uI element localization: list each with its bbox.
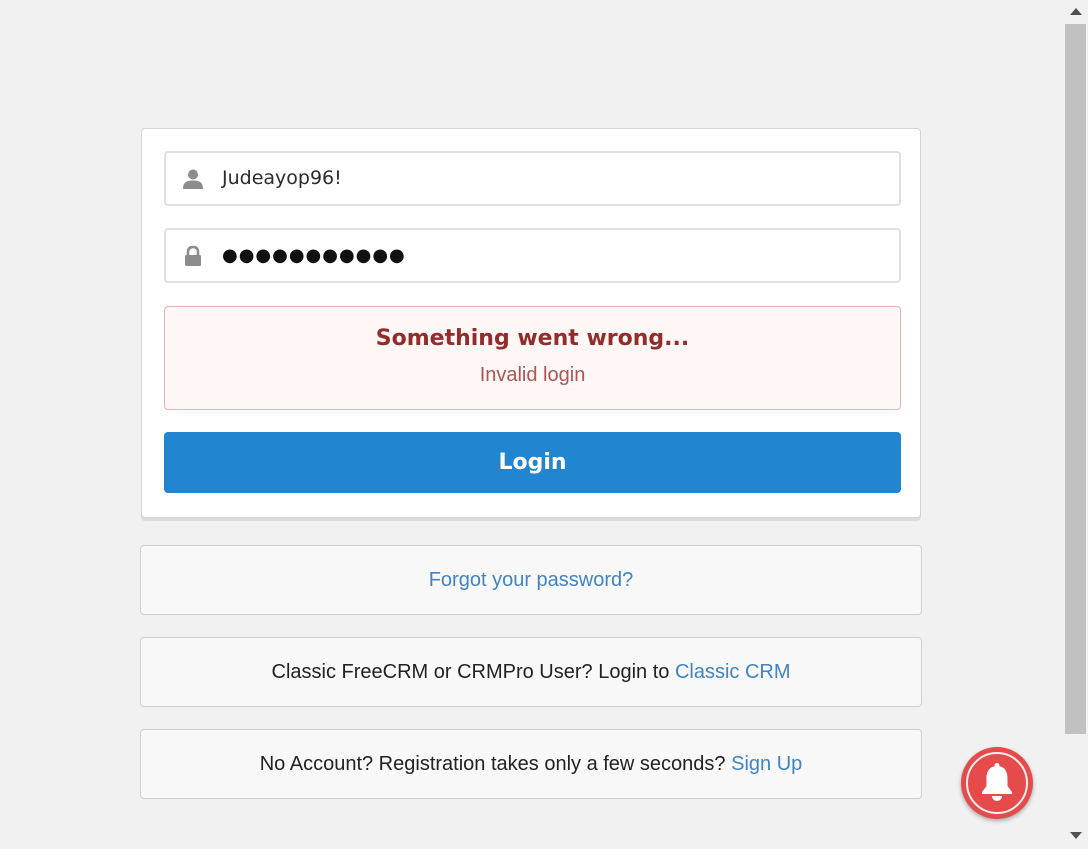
classic-crm-segment: Classic FreeCRM or CRMPro User? Login to…: [140, 637, 922, 707]
error-title: Something went wrong...: [375, 326, 690, 351]
password-field[interactable]: ●●●●●●●●●●●: [164, 228, 901, 283]
signup-text: No Account? Registration takes only a fe…: [259, 753, 732, 775]
classic-crm-link[interactable]: Classic CRM: [675, 661, 791, 683]
notification-button[interactable]: [961, 747, 1033, 819]
user-icon: [182, 168, 204, 190]
password-value: ●●●●●●●●●●●: [222, 245, 406, 266]
scroll-down-arrow-icon[interactable]: [1070, 832, 1082, 839]
error-message-box: Something went wrong... Invalid login: [164, 306, 901, 410]
lock-icon: [182, 245, 204, 267]
username-field[interactable]: Judeayop96!: [164, 151, 901, 206]
login-button[interactable]: Login: [164, 432, 901, 493]
login-card: Judeayop96! ●●●●●●●●●●● Something went w…: [141, 128, 921, 518]
vertical-scrollbar[interactable]: [1064, 0, 1088, 849]
page: Judeayop96! ●●●●●●●●●●● Something went w…: [0, 0, 1088, 849]
scroll-up-arrow-icon[interactable]: [1070, 8, 1082, 15]
forgot-password-link[interactable]: Forgot your password?: [429, 569, 634, 591]
classic-crm-text: Classic FreeCRM or CRMPro User? Login to: [271, 661, 675, 683]
scroll-thumb[interactable]: [1065, 24, 1086, 734]
username-value: Judeayop96!: [222, 167, 342, 189]
signup-link[interactable]: Sign Up: [731, 753, 802, 775]
forgot-password-segment: Forgot your password?: [140, 545, 922, 615]
error-text: Invalid login: [479, 364, 586, 386]
signup-segment: No Account? Registration takes only a fe…: [140, 729, 922, 799]
